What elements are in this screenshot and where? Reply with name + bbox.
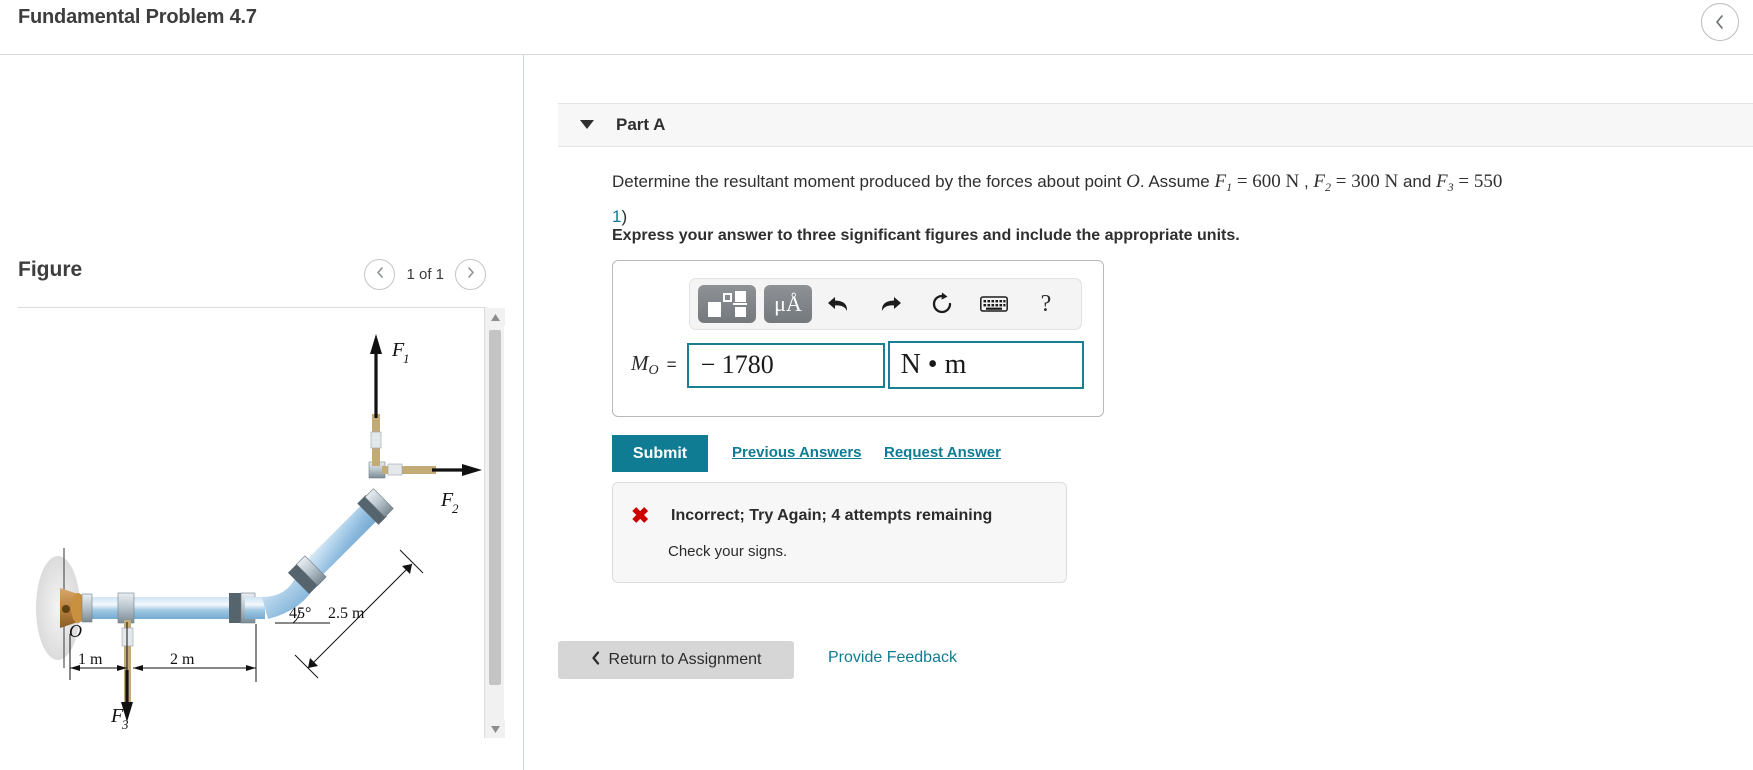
redo-arrow-icon[interactable] — [864, 285, 916, 323]
math-template-icon[interactable] — [698, 285, 756, 323]
figure-label-origin: O — [69, 621, 82, 641]
question-line2-rest: ) — [621, 207, 627, 226]
collapse-panel-button[interactable] — [1701, 3, 1739, 41]
figure-scrollbar[interactable] — [484, 308, 504, 738]
f2-symbol: F — [1313, 171, 1325, 192]
app-header: Fundamental Problem 4.7 — [0, 0, 1753, 55]
figure-prev-button[interactable] — [364, 259, 395, 290]
math-toolbar: μÅ — [689, 278, 1082, 330]
units-mu-angstrom-icon[interactable]: μÅ — [764, 285, 812, 323]
figure-label-angle: 45° — [289, 605, 311, 622]
part-a-header[interactable]: Part A — [558, 103, 1753, 147]
answer-equation-row: MO = − 1780 N • m — [631, 341, 1084, 389]
units-label: μÅ — [774, 293, 802, 315]
f2-value: = 300 N — [1331, 171, 1398, 192]
triangle-down-icon — [491, 720, 500, 738]
figure-header: Figure 1 of 1 — [0, 253, 504, 307]
f3-value: = 550 — [1454, 171, 1503, 192]
question-text: Determine the resultant moment produced … — [612, 167, 1753, 232]
svg-text:1: 1 — [403, 351, 410, 366]
separator-1: , — [1299, 172, 1313, 191]
f1-symbol: F — [1214, 171, 1226, 192]
answer-variable-subscript: O — [649, 363, 659, 378]
figure-scroll-up-button[interactable] — [485, 308, 505, 326]
submit-button[interactable]: Submit — [612, 435, 708, 472]
question-point-symbol: O — [1126, 171, 1140, 192]
chevron-left-icon — [375, 266, 385, 284]
answer-widget: μÅ — [612, 260, 1104, 417]
part-label: Part A — [616, 115, 665, 135]
question-text-mid: . Assume — [1140, 172, 1215, 191]
figure-counter: 1 of 1 — [406, 266, 444, 283]
answer-variable-label: MO — [631, 351, 659, 379]
figure-next-button[interactable] — [455, 259, 486, 290]
answer-value-input[interactable]: − 1780 — [687, 343, 885, 388]
figure-scroll-down-button[interactable] — [485, 720, 505, 738]
triangle-up-icon — [491, 308, 500, 326]
return-to-assignment-label: Return to Assignment — [609, 651, 762, 669]
answer-unit-input[interactable]: N • m — [888, 341, 1084, 389]
request-answer-link[interactable]: Request Answer — [884, 444, 1001, 461]
page-title: Fundamental Problem 4.7 — [18, 6, 257, 29]
caret-down-icon[interactable] — [580, 116, 594, 134]
chevron-left-icon — [1714, 14, 1726, 30]
figure-label-diag: 2.5 m — [328, 605, 365, 622]
provide-feedback-link[interactable]: Provide Feedback — [828, 649, 957, 667]
previous-answers-link[interactable]: Previous Answers — [732, 444, 862, 461]
question-text-pre: Determine the resultant moment produced … — [612, 172, 1126, 191]
reset-circular-arrow-icon[interactable] — [916, 285, 968, 323]
figure-title: Figure — [18, 258, 82, 282]
figure-image: F 1 F 2 F 3 O 45° — [0, 310, 484, 738]
figure-scroll-thumb[interactable] — [489, 330, 501, 685]
undo-arrow-icon[interactable] — [812, 285, 864, 323]
svg-text:3: 3 — [121, 717, 129, 732]
question-mark-icon[interactable]: ? — [1020, 285, 1072, 323]
question-panel: Part A Determine the resultant moment pr… — [525, 55, 1753, 770]
answer-instruction: Express your answer to three significant… — [612, 227, 1240, 245]
chevron-right-icon — [466, 266, 476, 284]
separator-2: and — [1398, 172, 1436, 191]
chevron-left-icon — [591, 651, 601, 670]
svg-text:2: 2 — [452, 501, 459, 516]
f3-symbol: F — [1436, 171, 1448, 192]
figure-label-len1: 1 m — [78, 651, 103, 668]
figure-divider — [18, 307, 486, 308]
answer-variable-name: M — [631, 351, 649, 375]
feedback-title: Incorrect; Try Again; 4 attempts remaini… — [671, 507, 992, 525]
equals-sign: = — [667, 355, 677, 375]
figure-label-len2: 2 m — [170, 651, 195, 668]
figure-navigation: 1 of 1 — [364, 259, 486, 290]
red-x-icon: ✖ — [631, 505, 649, 527]
f1-value: = 600 N — [1232, 171, 1299, 192]
feedback-detail: Check your signs. — [668, 543, 787, 560]
keyboard-icon[interactable] — [968, 285, 1020, 323]
figure-panel: Figure 1 of 1 — [0, 55, 524, 770]
feedback-box: ✖ Incorrect; Try Again; 4 attempts remai… — [612, 482, 1067, 583]
return-to-assignment-button[interactable]: Return to Assignment — [558, 641, 794, 679]
